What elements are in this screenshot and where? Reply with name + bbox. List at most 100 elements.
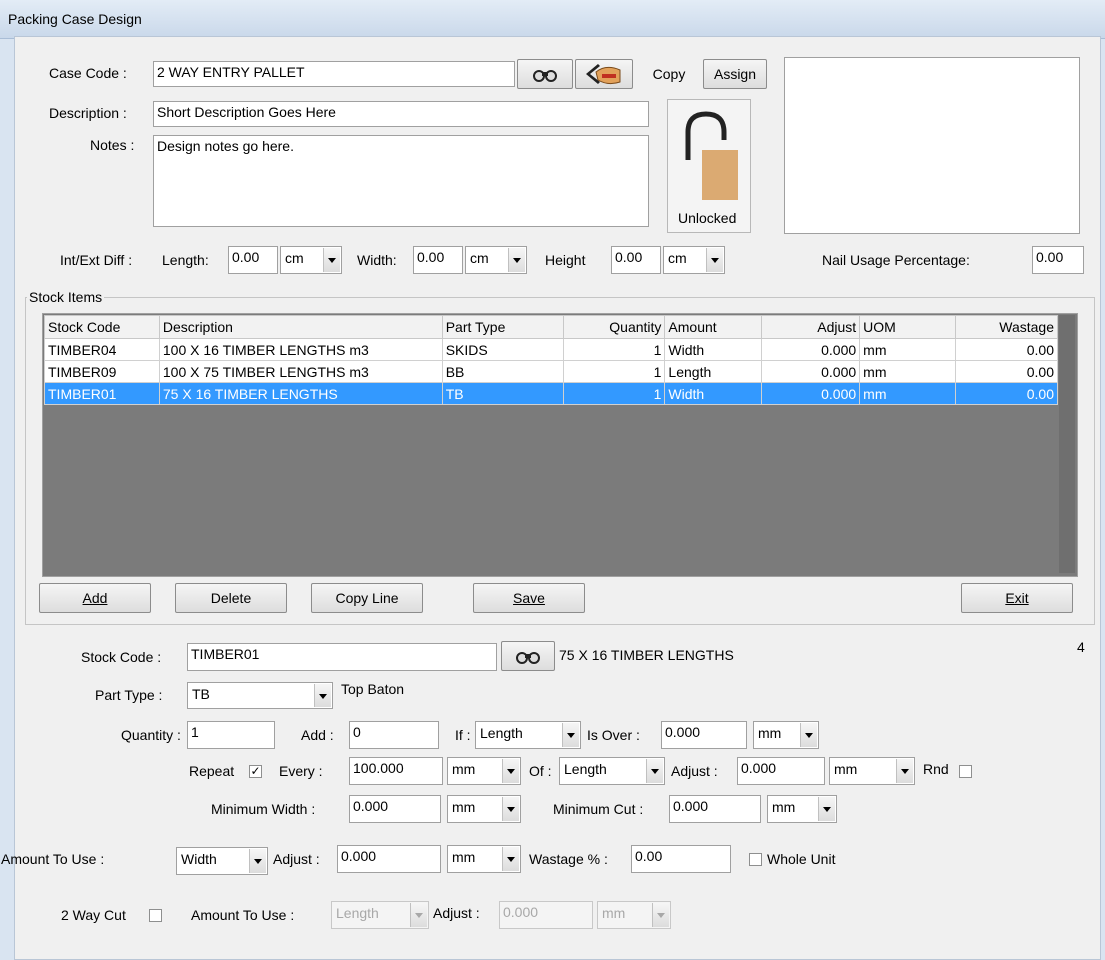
adjust-2-unit-select[interactable]: mm: [597, 901, 671, 929]
cell-quantity: 1: [562, 338, 666, 361]
col-header-uom[interactable]: UOM: [859, 315, 957, 339]
is-over-input[interactable]: 0.000: [661, 721, 747, 749]
length-unit-select[interactable]: cm: [280, 246, 342, 274]
cell-wastage: 0.00: [955, 382, 1058, 405]
whole-unit-checkbox[interactable]: [749, 853, 762, 866]
assign-button[interactable]: Assign: [703, 59, 767, 89]
every-unit-select[interactable]: mm: [447, 757, 521, 785]
stock-items-grid[interactable]: Stock Code Description Part Type Quantit…: [42, 313, 1078, 577]
quantity-label: Quantity :: [121, 727, 181, 743]
table-row[interactable]: TIMBER04 100 X 16 TIMBER LENGTHS m3 SKID…: [44, 338, 1058, 361]
edit-case-button[interactable]: [575, 59, 633, 89]
title-bar: Packing Case Design: [0, 0, 1105, 39]
if-label: If :: [455, 727, 471, 743]
amount-to-use-2-select[interactable]: Length: [331, 901, 429, 929]
delete-button[interactable]: Delete: [175, 583, 287, 613]
table-header-row: Stock Code Description Part Type Quantit…: [44, 315, 1058, 339]
col-header-stock-code[interactable]: Stock Code: [44, 315, 160, 339]
col-header-wastage[interactable]: Wastage: [955, 315, 1058, 339]
min-width-input[interactable]: 0.000: [349, 795, 441, 823]
cell-stock-code: TIMBER04: [44, 338, 160, 361]
search-stock-button[interactable]: [501, 641, 555, 671]
amount-adjust-unit-select[interactable]: mm: [447, 845, 521, 873]
col-header-amount[interactable]: Amount: [664, 315, 763, 339]
adjust-input[interactable]: 0.000: [737, 757, 825, 785]
lock-toggle[interactable]: Unlocked: [667, 99, 751, 233]
save-button[interactable]: Save: [473, 583, 585, 613]
width-unit-select[interactable]: cm: [465, 246, 527, 274]
amount-to-use-label: Amount To Use :: [1, 851, 105, 867]
length-label: Length:: [162, 252, 209, 268]
cell-amount: Width: [664, 382, 763, 405]
lock-status-label: Unlocked: [678, 210, 737, 226]
unlocked-padlock-icon: [685, 111, 738, 200]
case-code-input[interactable]: 2 WAY ENTRY PALLET: [153, 61, 515, 87]
height-input[interactable]: 0.00: [611, 246, 661, 274]
add-input[interactable]: 0: [349, 721, 439, 749]
amount-to-use-2-label: Amount To Use :: [191, 907, 295, 923]
stock-items-table: Stock Code Description Part Type Quantit…: [44, 315, 1058, 405]
min-cut-input[interactable]: 0.000: [669, 795, 761, 823]
window-title: Packing Case Design: [8, 11, 142, 27]
grid-scrollbar[interactable]: [1059, 315, 1075, 573]
intext-label: Int/Ext Diff :: [60, 252, 133, 268]
search-case-button[interactable]: [517, 59, 573, 89]
detail-stock-description: 75 X 16 TIMBER LENGTHS: [559, 647, 734, 663]
width-label: Width:: [357, 252, 397, 268]
exit-button[interactable]: Exit: [961, 583, 1073, 613]
description-label: Description :: [49, 105, 127, 121]
adjust-unit-select[interactable]: mm: [829, 757, 915, 785]
copy-line-button[interactable]: Copy Line: [311, 583, 423, 613]
amount-to-use-select[interactable]: Width: [176, 847, 268, 875]
detail-stock-code-input[interactable]: TIMBER01: [187, 643, 497, 671]
rnd-checkbox[interactable]: [959, 765, 972, 778]
binoculars-icon: [533, 70, 557, 82]
wastage-input[interactable]: 0.00: [631, 845, 731, 873]
description-input[interactable]: Short Description Goes Here: [153, 101, 649, 127]
nail-usage-input[interactable]: 0.00: [1032, 246, 1084, 274]
amount-adjust-label: Adjust :: [273, 851, 320, 867]
binoculars-icon: [516, 652, 540, 664]
amount-adjust-input[interactable]: 0.000: [337, 845, 441, 873]
min-width-unit-select[interactable]: mm: [447, 795, 521, 823]
cell-quantity: 1: [562, 360, 666, 383]
cell-description: 100 X 75 TIMBER LENGTHS m3: [158, 360, 443, 383]
table-row[interactable]: TIMBER09 100 X 75 TIMBER LENGTHS m3 BB 1…: [44, 360, 1058, 383]
min-cut-unit-select[interactable]: mm: [767, 795, 837, 823]
col-header-adjust[interactable]: Adjust: [761, 315, 861, 339]
col-header-description[interactable]: Description: [158, 315, 443, 339]
of-select[interactable]: Length: [559, 757, 665, 785]
copy-button[interactable]: Copy: [637, 59, 701, 89]
table-row-selected[interactable]: TIMBER01 75 X 16 TIMBER LENGTHS TB 1 Wid…: [44, 382, 1058, 405]
min-cut-label: Minimum Cut :: [553, 801, 644, 817]
height-unit-select[interactable]: cm: [663, 246, 725, 274]
if-select[interactable]: Length: [475, 721, 581, 749]
cell-description: 75 X 16 TIMBER LENGTHS: [158, 382, 443, 405]
cell-adjust: 0.000: [761, 382, 861, 405]
repeat-label: Repeat: [189, 763, 235, 779]
is-over-unit-select[interactable]: mm: [753, 721, 819, 749]
part-type-select[interactable]: TB: [187, 682, 333, 709]
two-way-cut-checkbox[interactable]: [149, 909, 162, 922]
cell-amount: Width: [664, 338, 763, 361]
repeat-checkbox[interactable]: ✓: [249, 765, 262, 778]
cell-part-type: BB: [441, 360, 564, 383]
col-header-quantity[interactable]: Quantity: [562, 315, 666, 339]
length-input[interactable]: 0.00: [228, 246, 278, 274]
width-input[interactable]: 0.00: [413, 246, 463, 274]
hand-pen-icon: [586, 64, 621, 85]
notes-textarea[interactable]: Design notes go here.: [153, 135, 649, 227]
col-header-part-type[interactable]: Part Type: [441, 315, 564, 339]
adjust-2-input[interactable]: 0.000: [499, 901, 593, 929]
quantity-input[interactable]: 1: [187, 721, 275, 749]
cell-uom: mm: [859, 360, 957, 383]
part-type-description: Top Baton: [341, 681, 405, 697]
of-label: Of :: [529, 763, 552, 779]
adjust-2-label: Adjust :: [433, 905, 480, 921]
cell-amount: Length: [664, 360, 763, 383]
is-over-label: Is Over :: [587, 727, 640, 743]
every-input[interactable]: 100.000: [349, 757, 443, 785]
wastage-label: Wastage % :: [529, 851, 608, 867]
add-button[interactable]: Add: [39, 583, 151, 613]
adjust-label: Adjust :: [671, 763, 718, 779]
